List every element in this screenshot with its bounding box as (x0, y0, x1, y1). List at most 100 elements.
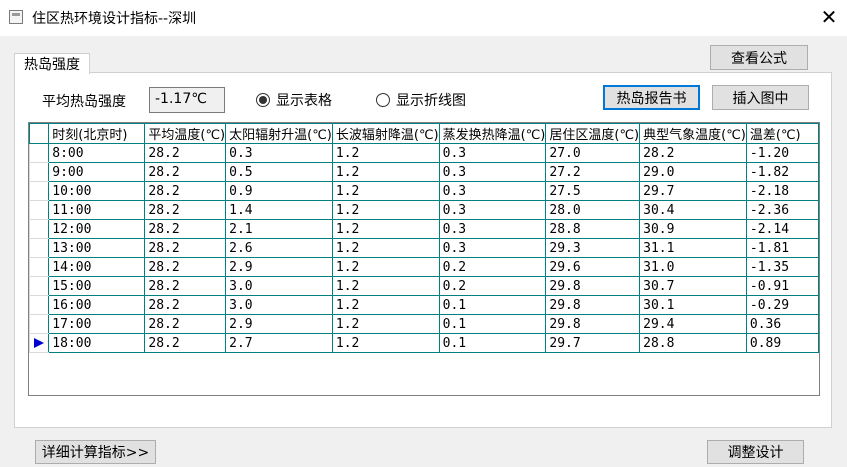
table-cell[interactable]: 27.5 (545, 181, 641, 201)
data-grid[interactable]: 时刻(北京时) 平均温度(℃) 太阳辐射升温(℃) 长波辐射降温(℃) 蒸发换热… (28, 122, 820, 396)
table-cell[interactable]: 28.2 (144, 257, 227, 277)
table-cell[interactable]: 28.2 (144, 314, 227, 334)
table-cell[interactable]: 29.8 (545, 314, 641, 334)
row-indicator[interactable] (29, 200, 50, 220)
table-cell[interactable]: 28.2 (144, 200, 227, 220)
table-cell[interactable]: 28.2 (144, 333, 227, 353)
table-cell[interactable]: 1.2 (331, 333, 440, 353)
column-header[interactable]: 太阳辐射升温(℃) (225, 123, 333, 144)
row-indicator[interactable] (29, 162, 50, 182)
row-indicator[interactable] (29, 295, 50, 315)
table-row[interactable]: 14:00 28.2 2.9 1.2 0.2 29.6 31.0 -1.35 (29, 257, 819, 277)
table-cell[interactable]: 29.0 (639, 162, 747, 182)
table-cell[interactable]: 2.7 (225, 333, 333, 353)
table-cell[interactable]: 1.2 (331, 143, 440, 163)
table-cell[interactable]: 29.8 (545, 295, 641, 315)
table-cell[interactable]: 31.1 (639, 238, 747, 258)
table-cell[interactable]: 0.3 (438, 143, 547, 163)
tab-heat-island-intensity[interactable]: 热岛强度 (14, 53, 90, 74)
table-row[interactable]: 16:00 28.2 3.0 1.2 0.1 29.8 30.1 -0.29 (29, 295, 819, 315)
table-cell[interactable]: 28.2 (144, 181, 227, 201)
table-cell[interactable]: 0.89 (745, 333, 819, 353)
table-cell[interactable]: 1.2 (331, 257, 440, 277)
table-cell[interactable]: 29.3 (545, 238, 641, 258)
table-row[interactable]: 11:00 28.2 1.4 1.2 0.3 28.0 30.4 -2.36 (29, 200, 819, 220)
table-cell[interactable]: 28.0 (545, 200, 641, 220)
adjust-design-button[interactable]: 调整设计 (707, 440, 804, 464)
table-cell[interactable]: 29.7 (639, 181, 747, 201)
table-cell[interactable]: 3.0 (225, 295, 333, 315)
radio-show-table[interactable]: 显示表格 (256, 91, 332, 109)
table-cell[interactable]: 1.2 (331, 314, 440, 334)
table-cell[interactable]: -1.20 (745, 143, 819, 163)
radio-show-chart[interactable]: 显示折线图 (376, 91, 466, 109)
column-header[interactable]: 蒸发换热降温(℃) (438, 123, 547, 144)
row-indicator[interactable] (29, 314, 50, 334)
table-row[interactable]: 8:00 28.2 0.3 1.2 0.3 27.0 28.2 -1.20 (29, 143, 819, 163)
row-indicator[interactable] (29, 238, 50, 258)
table-cell[interactable]: 28.2 (144, 162, 227, 182)
table-cell[interactable]: -0.29 (745, 295, 819, 315)
table-cell[interactable]: 16:00 (48, 295, 146, 315)
table-cell[interactable]: 1.4 (225, 200, 333, 220)
row-indicator[interactable] (29, 219, 50, 239)
table-cell[interactable]: 3.0 (225, 276, 333, 296)
table-cell[interactable]: -2.18 (745, 181, 819, 201)
table-cell[interactable]: 31.0 (639, 257, 747, 277)
table-cell[interactable]: 0.2 (438, 276, 547, 296)
column-header[interactable]: 平均温度(℃) (144, 123, 227, 144)
table-cell[interactable]: 10:00 (48, 181, 146, 201)
table-cell[interactable]: 11:00 (48, 200, 146, 220)
table-cell[interactable]: 13:00 (48, 238, 146, 258)
table-cell[interactable]: 29.8 (545, 276, 641, 296)
table-cell[interactable]: 0.2 (438, 257, 547, 277)
table-cell[interactable]: 30.1 (639, 295, 747, 315)
table-cell[interactable]: 2.6 (225, 238, 333, 258)
table-cell[interactable]: -1.35 (745, 257, 819, 277)
table-cell[interactable]: 29.6 (545, 257, 641, 277)
column-header[interactable]: 居住区温度(℃) (545, 123, 641, 144)
row-indicator[interactable] (29, 276, 50, 296)
row-indicator[interactable] (29, 143, 50, 163)
table-cell[interactable]: 27.2 (545, 162, 641, 182)
table-cell[interactable]: 29.7 (545, 333, 641, 353)
table-cell[interactable]: 1.2 (331, 238, 440, 258)
table-row[interactable]: 9:00 28.2 0.5 1.2 0.3 27.2 29.0 -1.82 (29, 162, 819, 182)
table-row[interactable]: 15:00 28.2 3.0 1.2 0.2 29.8 30.7 -0.91 (29, 276, 819, 296)
table-cell[interactable]: 2.9 (225, 314, 333, 334)
table-cell[interactable]: 28.2 (144, 295, 227, 315)
table-cell[interactable]: 0.36 (745, 314, 819, 334)
table-cell[interactable]: 30.9 (639, 219, 747, 239)
table-cell[interactable]: -0.91 (745, 276, 819, 296)
column-header[interactable]: 典型气象温度(℃) (639, 123, 747, 144)
table-cell[interactable]: 0.3 (225, 143, 333, 163)
table-cell[interactable]: 28.2 (144, 219, 227, 239)
column-header[interactable]: 温差(℃) (745, 123, 819, 144)
table-cell[interactable]: 0.1 (438, 333, 547, 353)
table-cell[interactable]: 0.3 (438, 162, 547, 182)
table-cell[interactable]: -1.81 (745, 238, 819, 258)
table-cell[interactable]: 0.3 (438, 200, 547, 220)
row-indicator[interactable] (29, 257, 50, 277)
table-cell[interactable]: 12:00 (48, 219, 146, 239)
detailed-indicators-button[interactable]: 详细计算指标>> (35, 440, 156, 464)
table-cell[interactable]: 0.1 (438, 295, 547, 315)
table-cell[interactable]: 28.2 (144, 143, 227, 163)
table-cell[interactable]: 28.2 (144, 238, 227, 258)
table-cell[interactable]: -2.14 (745, 219, 819, 239)
table-cell[interactable]: 28.8 (639, 333, 747, 353)
table-cell[interactable]: 28.8 (545, 219, 641, 239)
table-cell[interactable]: 18:00 (48, 333, 146, 353)
table-cell[interactable]: 27.0 (545, 143, 641, 163)
table-cell[interactable]: 0.3 (438, 219, 547, 239)
table-row[interactable]: 13:00 28.2 2.6 1.2 0.3 29.3 31.1 -1.81 (29, 238, 819, 258)
close-button[interactable]: ✕ (811, 0, 847, 34)
table-row[interactable]: 18:00 28.2 2.7 1.2 0.1 29.7 28.8 0.89 (29, 333, 819, 353)
row-indicator[interactable] (29, 333, 50, 353)
table-cell[interactable]: 0.1 (438, 314, 547, 334)
table-cell[interactable]: 1.2 (331, 276, 440, 296)
table-cell[interactable]: 29.4 (639, 314, 747, 334)
table-cell[interactable]: 0.3 (438, 238, 547, 258)
table-cell[interactable]: 30.4 (639, 200, 747, 220)
table-cell[interactable]: 1.2 (331, 295, 440, 315)
